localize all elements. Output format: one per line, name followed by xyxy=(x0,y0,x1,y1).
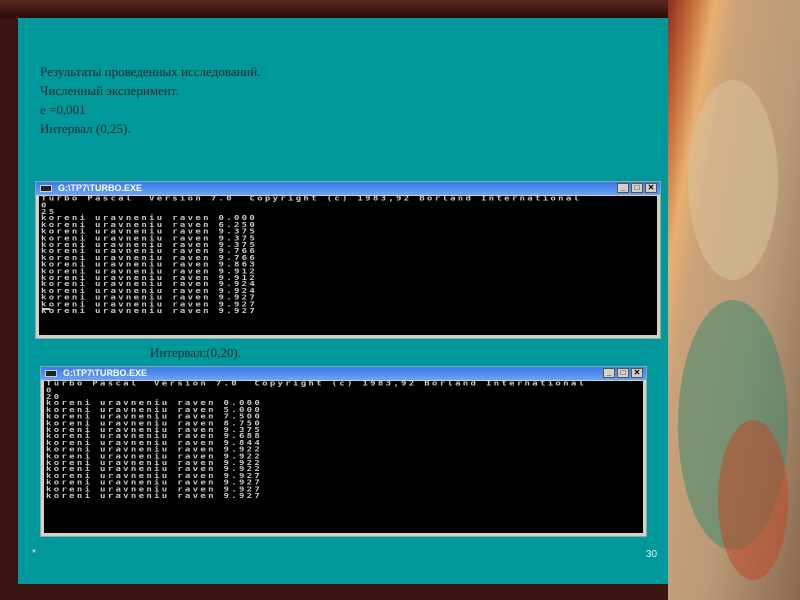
console-line: koreni uravneniu raven 9.927 xyxy=(46,492,263,500)
window-title: G:\TP7\TURBO.EXE xyxy=(63,368,148,378)
console-icon xyxy=(45,370,57,377)
footer-mark: * xyxy=(32,548,36,559)
close-button[interactable]: ✕ xyxy=(645,183,657,193)
window-title: G:\TP7\TURBO.EXE xyxy=(58,183,143,193)
page-number: 30 xyxy=(646,549,658,560)
heading-line: Численный эксперимент. xyxy=(40,83,179,98)
heading-line: e =0,001 xyxy=(40,102,86,117)
heading-line: Результаты проведенных исследований. xyxy=(40,64,261,79)
interval-caption: Интервал:(0,20). xyxy=(150,345,241,360)
console-line: Turbo Pascal Version 7.0 Copyright (c) 1… xyxy=(46,381,587,388)
decorative-side-panel xyxy=(668,0,800,600)
console-output: Turbo Pascal Version 7.0 Copyright (c) 1… xyxy=(44,381,643,533)
console-window-1: G:\TP7\TURBO.EXE _ □ ✕ Turbo Pascal Vers… xyxy=(35,181,661,339)
text-cursor xyxy=(42,308,50,310)
window-titlebar[interactable]: G:\TP7\TURBO.EXE _ □ ✕ xyxy=(36,182,660,195)
slide-heading: Результаты проведенных исследований. Чис… xyxy=(40,62,261,138)
slide-top-border xyxy=(0,0,690,18)
console-line: Turbo Pascal Version 7.0 Copyright (c) 1… xyxy=(41,196,582,203)
console-window-2: G:\TP7\TURBO.EXE _ □ ✕ Turbo Pascal Vers… xyxy=(40,366,647,537)
console-text: Turbo Pascal Version 7.0 Copyright (c) 1… xyxy=(39,196,657,315)
console-line: koreni uravneniu raven 9.927 xyxy=(41,307,258,315)
window-titlebar[interactable]: G:\TP7\TURBO.EXE _ □ ✕ xyxy=(41,367,646,380)
console-output: Turbo Pascal Version 7.0 Copyright (c) 1… xyxy=(39,196,657,335)
maximize-button[interactable]: □ xyxy=(617,368,629,378)
maximize-button[interactable]: □ xyxy=(631,183,643,193)
minimize-button[interactable]: _ xyxy=(603,368,615,378)
console-text: Turbo Pascal Version 7.0 Copyright (c) 1… xyxy=(44,381,643,500)
minimize-button[interactable]: _ xyxy=(617,183,629,193)
console-icon xyxy=(40,185,52,192)
close-button[interactable]: ✕ xyxy=(631,368,643,378)
heading-line: Интервал (0,25). xyxy=(40,121,131,136)
